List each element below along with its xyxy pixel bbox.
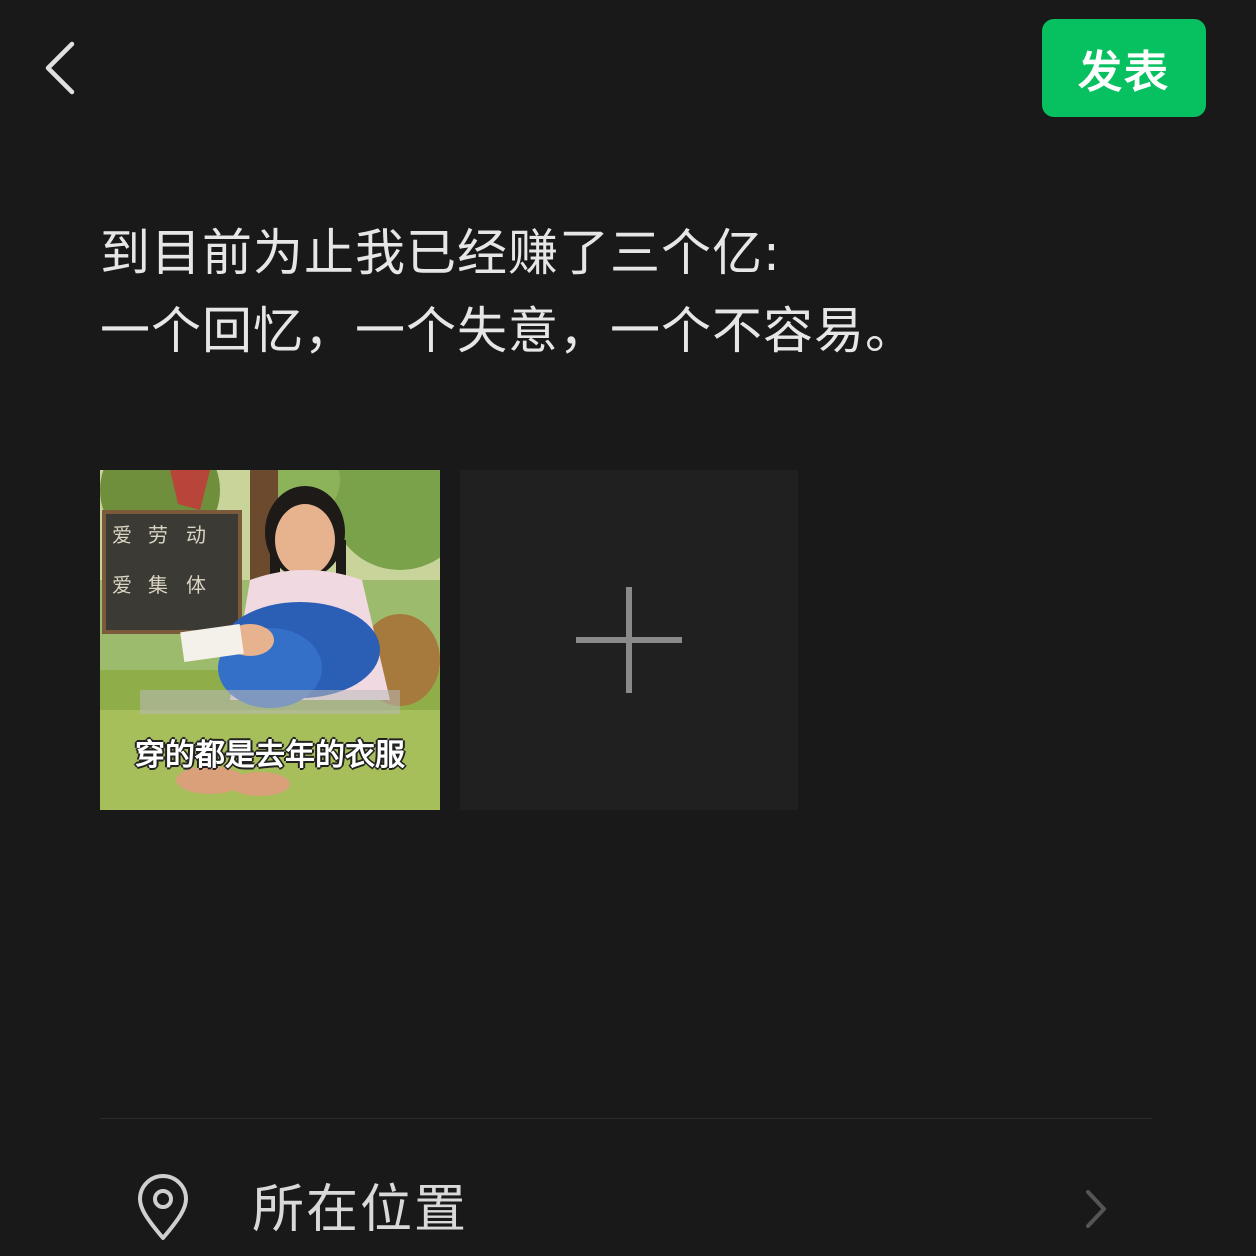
svg-text:集: 集	[148, 573, 168, 597]
svg-text:爱: 爱	[112, 523, 132, 547]
post-text-input[interactable]: 到目前为止我已经赚了三个亿: 一个回忆，一个失意，一个不容易。	[100, 214, 1180, 370]
add-photo-button[interactable]	[460, 470, 798, 810]
plus-icon	[576, 587, 682, 693]
post-button[interactable]: 发表	[1042, 19, 1206, 117]
divider	[100, 1118, 1152, 1119]
svg-text:劳: 劳	[148, 523, 168, 547]
location-pin-icon	[138, 1174, 188, 1240]
location-row[interactable]: 所在位置	[100, 1150, 1156, 1256]
post-text-line-1: 到目前为止我已经赚了三个亿:	[100, 224, 781, 282]
svg-text:爱: 爱	[112, 573, 132, 597]
back-button[interactable]	[30, 36, 94, 100]
post-text-line-2: 一个回忆，一个失意，一个不容易。	[100, 302, 916, 360]
photo-caption: 穿的都是去年的衣服	[135, 738, 405, 773]
compose-moment-screen: 发表 到目前为止我已经赚了三个亿: 一个回忆，一个失意，一个不容易。 爱 劳 动…	[0, 0, 1256, 1256]
svg-text:体: 体	[186, 573, 206, 597]
photo-thumbnail[interactable]: 爱 劳 动 爱 集 体 穿的都是去年的衣服	[100, 470, 440, 810]
image-grid: 爱 劳 动 爱 集 体 穿的都是去年的衣服	[100, 470, 798, 810]
chevron-left-icon	[45, 41, 75, 95]
location-label: 所在位置	[252, 1180, 469, 1240]
svg-text:动: 动	[186, 523, 206, 547]
chevron-right-icon	[1086, 1190, 1106, 1228]
